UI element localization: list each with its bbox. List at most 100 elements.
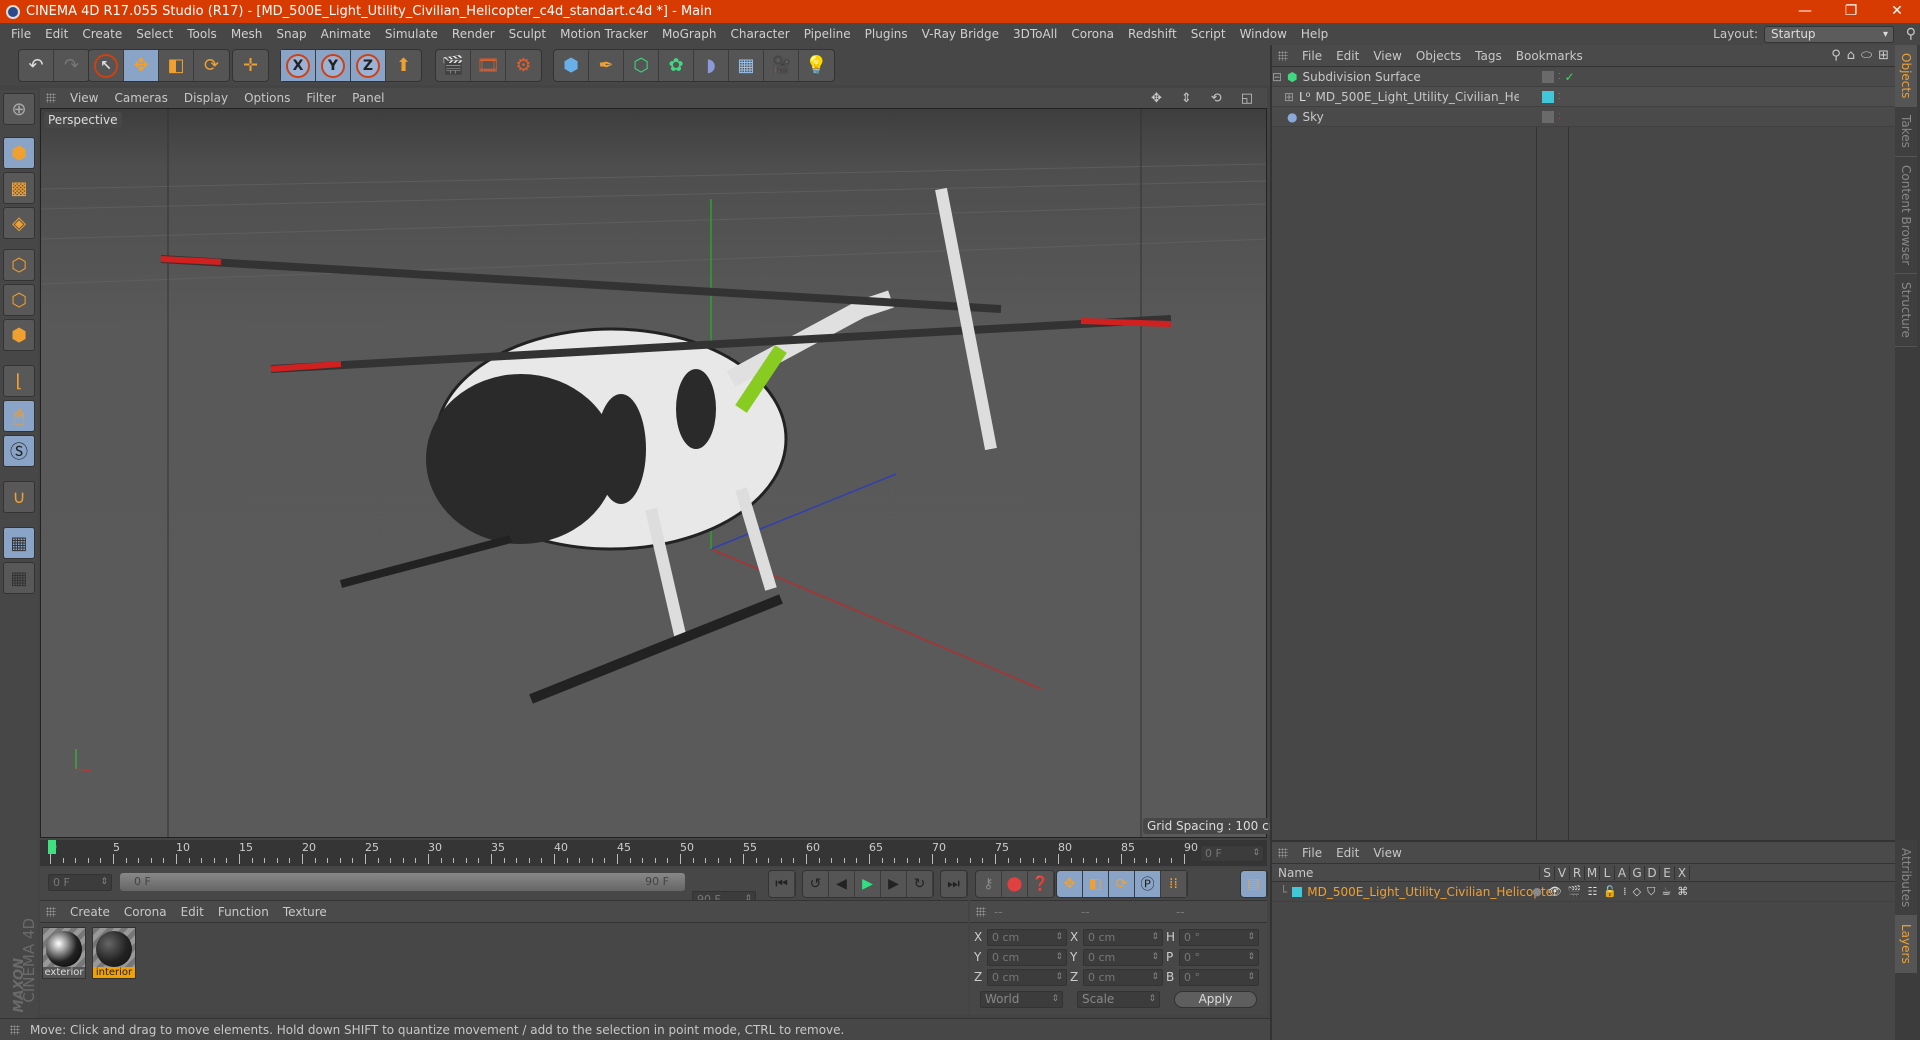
- layer-column-l[interactable]: L: [1600, 865, 1615, 880]
- polygons-mode-icon[interactable]: ⬢: [3, 319, 35, 351]
- coord-field-z[interactable]: 0 cm: [987, 968, 1067, 986]
- current-frame-field[interactable]: 0 F: [1200, 845, 1264, 862]
- layer-color-swatch[interactable]: [1292, 886, 1303, 897]
- edges-mode-icon[interactable]: ⬡: [3, 284, 35, 316]
- workplane-lock-icon[interactable]: ▦: [3, 527, 35, 559]
- menu-sculpt[interactable]: Sculpt: [502, 27, 553, 41]
- key-scale-icon[interactable]: ◧: [1083, 871, 1109, 897]
- new-window-icon[interactable]: ⊞: [1878, 48, 1889, 63]
- menu-simulate[interactable]: Simulate: [378, 27, 445, 41]
- enabled-check-icon[interactable]: ✓: [1565, 70, 1575, 84]
- coord-field-b[interactable]: 0 °: [1179, 968, 1259, 986]
- coord-field-x[interactable]: 0 cm: [987, 928, 1067, 946]
- object-name[interactable]: Subdivision Surface: [1302, 70, 1517, 84]
- playhead[interactable]: [48, 840, 56, 854]
- camera-icon[interactable]: 🎥: [764, 50, 799, 81]
- key-pla-icon[interactable]: ⁞⁞: [1161, 871, 1187, 897]
- lock-icon[interactable]: 🔓: [1603, 885, 1617, 899]
- material-interior[interactable]: interior: [92, 927, 136, 979]
- select-icon[interactable]: ↖: [89, 50, 124, 81]
- object-menu-file[interactable]: File: [1302, 49, 1322, 63]
- prev-key-icon[interactable]: ↺: [803, 871, 829, 897]
- tab-attributes[interactable]: Attributes: [1895, 840, 1917, 917]
- transform-mode-dropdown[interactable]: Scale: [1077, 991, 1161, 1008]
- layer-column-x[interactable]: X: [1675, 865, 1690, 880]
- menu-create[interactable]: Create: [75, 27, 129, 41]
- menu-redshift[interactable]: Redshift: [1121, 27, 1184, 41]
- coord-field-p[interactable]: 0 °: [1179, 948, 1259, 966]
- cube-icon[interactable]: ⬢: [554, 50, 589, 81]
- next-key-icon[interactable]: ↻: [907, 871, 933, 897]
- search-icon[interactable]: ⚲: [1831, 48, 1841, 63]
- menu-corona[interactable]: Corona: [1064, 27, 1121, 41]
- menu-edit[interactable]: Edit: [38, 27, 75, 41]
- layer-column-g[interactable]: G: [1630, 865, 1645, 880]
- workplane-mode-icon[interactable]: ◈: [3, 207, 35, 239]
- tab-takes[interactable]: Takes: [1895, 107, 1917, 158]
- snap-icon[interactable]: Ⓢ: [3, 435, 35, 467]
- move-view-icon[interactable]: ✥: [1143, 91, 1170, 106]
- pen-icon[interactable]: ✒: [589, 50, 624, 81]
- viewport-menu-cameras[interactable]: Cameras: [106, 91, 175, 105]
- object-menu-objects[interactable]: Objects: [1416, 49, 1461, 63]
- layer-column-d[interactable]: D: [1645, 865, 1660, 880]
- material-menu-texture[interactable]: Texture: [283, 905, 327, 919]
- tab-content-browser[interactable]: Content Browser: [1895, 157, 1917, 275]
- play-icon[interactable]: ▶: [855, 871, 881, 897]
- key-rotation-icon[interactable]: ⟳: [1109, 871, 1135, 897]
- undo-icon[interactable]: ↶: [19, 50, 54, 81]
- axis-mode-icon[interactable]: ⌊: [3, 365, 35, 397]
- menu-tools[interactable]: Tools: [180, 27, 224, 41]
- z-axis-icon[interactable]: Z: [351, 50, 386, 81]
- material-exterior[interactable]: exterior: [42, 927, 86, 979]
- tab-structure[interactable]: Structure: [1895, 274, 1917, 348]
- layer-column-v[interactable]: V: [1555, 865, 1570, 880]
- render-icon[interactable]: 🎬: [1568, 885, 1582, 899]
- layer-column-name[interactable]: Name: [1272, 865, 1540, 880]
- make-editable-icon[interactable]: ⊕: [3, 93, 35, 125]
- object-name[interactable]: Sky: [1302, 110, 1517, 124]
- layer-color-swatch[interactable]: [1542, 90, 1554, 103]
- go-to-end-icon[interactable]: ⏭: [941, 871, 967, 897]
- material-menu-corona[interactable]: Corona: [124, 905, 167, 919]
- key-position-icon[interactable]: ✥: [1057, 871, 1083, 897]
- layer-column-a[interactable]: A: [1615, 865, 1630, 880]
- subdivision-icon[interactable]: ⬡: [624, 50, 659, 81]
- restore-button[interactable]: ❐: [1828, 0, 1874, 23]
- keyframe-selection-icon[interactable]: ❓: [1028, 871, 1054, 897]
- menu-script[interactable]: Script: [1184, 27, 1233, 41]
- menu-render[interactable]: Render: [445, 27, 502, 41]
- x-axis-icon[interactable]: X: [281, 50, 316, 81]
- visible-editor-icon[interactable]: 👁: [1548, 885, 1562, 899]
- coord-field-x[interactable]: 0 cm: [1083, 928, 1163, 946]
- coord-field-z[interactable]: 0 cm: [1083, 968, 1163, 986]
- viewport-menu-panel[interactable]: Panel: [344, 91, 392, 105]
- maximize-view-icon[interactable]: ◱: [1233, 91, 1261, 106]
- menu-plugins[interactable]: Plugins: [858, 27, 915, 41]
- magnet-icon[interactable]: ∪: [3, 481, 35, 513]
- workplane-align-icon[interactable]: ▦: [3, 562, 35, 594]
- timeline-ruler[interactable]: 051015202530354045505560657075808590: [40, 840, 1267, 866]
- start-frame-field[interactable]: 0 F: [48, 874, 112, 891]
- viewport-menu-filter[interactable]: Filter: [298, 91, 344, 105]
- menu-motion-tracker[interactable]: Motion Tracker: [553, 27, 655, 41]
- expression-icon[interactable]: ☕: [1661, 885, 1671, 899]
- light-icon[interactable]: 💡: [799, 50, 834, 81]
- object-name[interactable]: MD_500E_Light_Utility_Civilian_Helicopte…: [1316, 90, 1519, 104]
- menu-window[interactable]: Window: [1233, 27, 1294, 41]
- menu-pipeline[interactable]: Pipeline: [797, 27, 858, 41]
- viewport-menu-options[interactable]: Options: [236, 91, 298, 105]
- rotate-icon[interactable]: ⟳: [194, 50, 229, 81]
- layer-menu-file[interactable]: File: [1302, 846, 1322, 860]
- rotate-view-icon[interactable]: ⟲: [1203, 91, 1230, 106]
- next-frame-icon[interactable]: ▶: [881, 871, 907, 897]
- editor-visibility-icon[interactable]: [1542, 110, 1554, 123]
- tab-objects[interactable]: Objects: [1895, 45, 1917, 108]
- object-menu-tags[interactable]: Tags: [1475, 49, 1502, 63]
- zoom-view-icon[interactable]: ⇕: [1173, 91, 1200, 106]
- menu-v-ray-bridge[interactable]: V-Ray Bridge: [915, 27, 1006, 41]
- menu-select[interactable]: Select: [129, 27, 180, 41]
- coordinate-system-icon[interactable]: ⬆: [386, 50, 421, 81]
- object-row[interactable]: ⊞ L⁰ MD_500E_Light_Utility_Civilian_Helico…: [1272, 87, 1895, 107]
- visibility-dots-icon[interactable]: ⁚: [1558, 112, 1561, 121]
